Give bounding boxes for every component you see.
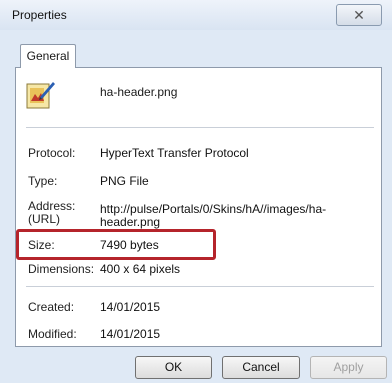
tab-general[interactable]: General [20,44,76,68]
protocol-value: HyperText Transfer Protocol [100,146,249,160]
address-value-line1: http://pulse/Portals/0/Skins/hA//images/… [100,202,327,216]
close-icon: ✕ [353,7,365,23]
dimensions-value: 400 x 64 pixels [100,262,181,276]
divider [26,286,374,287]
cancel-button[interactable]: Cancel [222,356,300,379]
window-title: Properties [12,8,67,22]
address-label-line1: Address: [28,199,76,213]
type-label: Type: [28,174,58,188]
address-label-line2: (URL) [28,212,60,226]
created-label: Created: [28,300,75,314]
title-bar: Properties ✕ [0,0,392,30]
image-file-icon [26,82,55,109]
address-value-line2: header.png [100,215,161,229]
modified-label: Modified: [28,327,77,341]
close-button[interactable]: ✕ [336,4,382,26]
size-highlight-box [16,229,216,260]
ok-button[interactable]: OK [135,356,212,379]
dimensions-label: Dimensions: [28,262,95,276]
modified-value: 14/01/2015 [100,327,161,341]
apply-button[interactable]: Apply [310,356,387,379]
file-name: ha-header.png [100,85,178,99]
protocol-label: Protocol: [28,146,76,160]
type-value: PNG File [100,174,149,188]
created-value: 14/01/2015 [100,300,161,314]
divider [26,127,374,128]
